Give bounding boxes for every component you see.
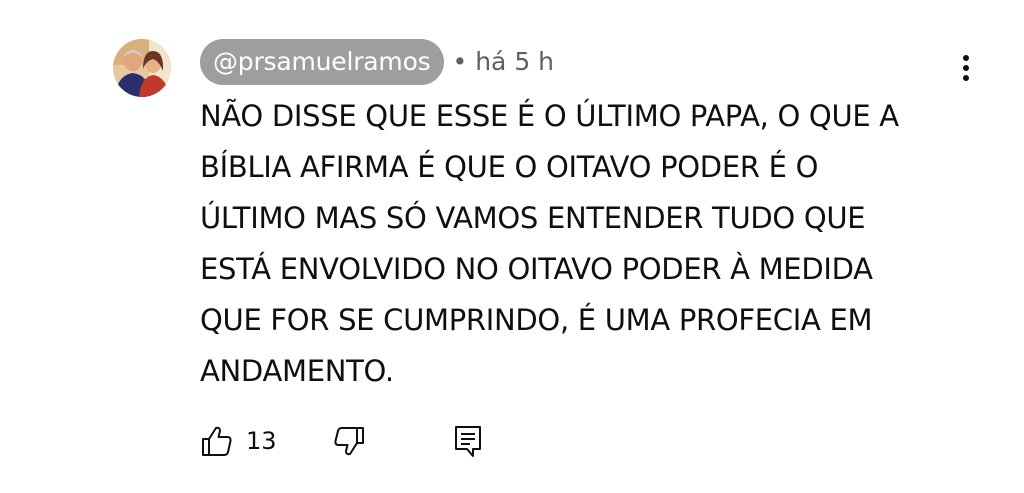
meta-separator: • [452, 47, 468, 76]
more-actions-button[interactable] [952, 50, 980, 86]
comment-text: NÃO DISSE QUE ESSE É O ÚLTIMO PAPA, O QU… [200, 99, 899, 388]
avatar-image [113, 39, 171, 97]
reply-button[interactable] [451, 420, 485, 462]
comment-thread-item: @prsamuelramos • há 5 h NÃO DISSE QUE ES… [0, 0, 1024, 493]
thumbs-up-icon [202, 426, 232, 456]
thumbs-down-icon [334, 427, 364, 456]
more-vert-icon [963, 55, 969, 61]
author-name-chip[interactable]: @prsamuelramos [200, 39, 444, 85]
like-button[interactable]: 13 [200, 420, 277, 462]
avatar[interactable] [113, 39, 171, 97]
comment-timestamp: há 5 h [475, 47, 555, 76]
comment-meta: • há 5 h [453, 47, 555, 77]
comment-header: @prsamuelramos • há 5 h [200, 39, 554, 85]
dislike-button[interactable] [330, 420, 366, 462]
reply-comment-icon [455, 426, 481, 457]
like-count: 13 [246, 427, 277, 455]
